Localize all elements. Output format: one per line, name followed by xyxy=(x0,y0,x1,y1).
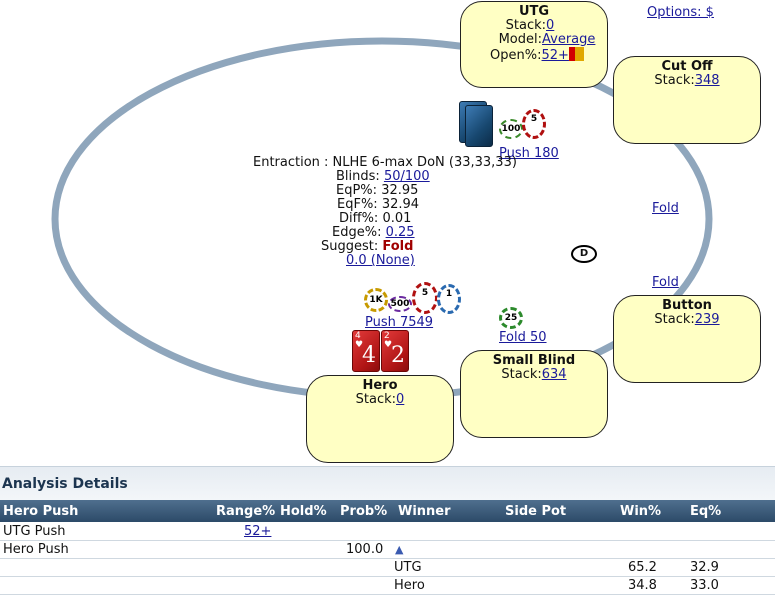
collapse-arrow-icon[interactable]: ▲ xyxy=(395,543,403,556)
range-link[interactable]: 52+ xyxy=(244,524,271,539)
chip-icon: 5 xyxy=(412,282,438,314)
options-link[interactable]: Options: $ xyxy=(647,5,714,20)
row-eq: 33.0 xyxy=(690,578,719,593)
edge-link[interactable]: 0.25 xyxy=(386,225,415,240)
ev-link[interactable]: 0.0 (None) xyxy=(346,253,415,268)
analysis-column-header: Hero Push Range% Hold% Prob% Winner Side… xyxy=(0,500,775,522)
row-prob: 100.0 xyxy=(346,542,384,557)
col-hero-push: Hero Push xyxy=(3,504,79,519)
table-row: Hero Push 100.0 ▲ xyxy=(0,541,775,559)
col-range: Range% xyxy=(216,504,276,519)
hero-card-4h: 4 ♥ 4 xyxy=(352,330,380,372)
button-action-link[interactable]: Fold xyxy=(652,275,679,290)
card-rank-large: 4 xyxy=(362,343,376,368)
col-winner: Winner xyxy=(398,504,451,519)
cutoff-stack-link[interactable]: 348 xyxy=(695,73,720,88)
hero-action-link[interactable]: Push 7549 xyxy=(365,315,433,330)
chip-icon: 500 xyxy=(388,296,412,312)
eqp-value: 32.95 xyxy=(381,183,419,198)
info-title: Entraction : NLHE 6-max DoN (33,33,33) xyxy=(253,155,517,170)
stack-label: Stack: xyxy=(654,73,695,88)
col-win: Win% xyxy=(620,504,662,519)
chip-value: 500 xyxy=(390,299,410,309)
col-eq: Eq% xyxy=(690,504,722,519)
model-label: Model: xyxy=(498,32,543,47)
chip-icon: 1 xyxy=(437,284,461,314)
row-winner: UTG xyxy=(394,560,422,575)
suggest-value: Fold xyxy=(382,239,414,254)
seat-name: Button xyxy=(662,298,712,313)
seat-button: Button Stack:239 xyxy=(613,295,761,383)
col-prob: Prob% xyxy=(340,504,388,519)
row-win: 65.2 xyxy=(628,560,657,575)
eqf-value: 32.94 xyxy=(381,197,420,212)
blinds-label: Blinds: xyxy=(336,169,380,184)
dealer-button-icon: D xyxy=(571,245,597,263)
chip-value: 5 xyxy=(530,114,538,125)
seat-name: Small Blind xyxy=(492,353,576,368)
row-winner: Hero xyxy=(394,578,425,593)
analysis-header: Analysis Details xyxy=(0,466,775,500)
eqp-label: EqP%: xyxy=(336,183,378,198)
diff-value: 0.01 xyxy=(382,211,412,226)
range-color-icon xyxy=(568,47,584,61)
analysis-title: Analysis Details xyxy=(2,476,128,492)
seat-utg: UTG Stack:0 Model:Average Open%:52+ xyxy=(460,1,608,88)
eqf-label: EqF%: xyxy=(337,197,378,212)
table-row: UTG Push 52+ xyxy=(0,523,775,541)
chip-icon: 100 xyxy=(499,119,523,139)
seat-small-blind: Small Blind Stack:634 xyxy=(460,350,608,438)
chip-value: 100 xyxy=(501,124,521,134)
chip-value: 25 xyxy=(504,313,518,323)
open-label: Open%: xyxy=(490,48,542,63)
row-name: UTG Push xyxy=(3,524,66,539)
chip-value: 1K xyxy=(369,295,383,305)
card-rank-large: 2 xyxy=(391,343,405,368)
card-back-icon xyxy=(465,105,493,147)
seat-name: UTG xyxy=(518,4,550,19)
row-name: Hero Push xyxy=(3,542,69,557)
small-blind-action-link[interactable]: Fold 50 xyxy=(499,330,547,345)
diff-label: Diff%: xyxy=(339,211,379,226)
chip-icon: 1K xyxy=(364,288,388,312)
button-stack-link[interactable]: 239 xyxy=(695,312,720,327)
utg-open-link[interactable]: 52+ xyxy=(542,48,569,63)
blinds-link[interactable]: 50/100 xyxy=(384,169,430,184)
col-hold: Hold% xyxy=(280,504,327,519)
table-row: Hero 34.8 33.0 xyxy=(0,577,775,595)
stack-label: Stack: xyxy=(355,392,397,407)
seat-cutoff: Cut Off Stack:348 xyxy=(613,56,761,144)
table-row: UTG 65.2 32.9 xyxy=(0,559,775,577)
stack-label: Stack: xyxy=(501,367,542,382)
edge-label: Edge%: xyxy=(332,225,382,240)
col-side-pot: Side Pot xyxy=(505,504,567,519)
stack-label: Stack: xyxy=(505,18,547,33)
seat-name: Cut Off xyxy=(661,59,713,74)
stack-label: Stack: xyxy=(654,312,695,327)
chip-value: 1 xyxy=(445,289,453,300)
hero-card-2h: 2 ♥ 2 xyxy=(381,330,409,372)
chip-icon: 5 xyxy=(522,109,546,139)
hero-stack-link[interactable]: 0 xyxy=(396,392,404,407)
utg-stack-link[interactable]: 0 xyxy=(546,18,554,33)
suggest-label: Suggest: xyxy=(321,239,379,254)
small-blind-stack-link[interactable]: 634 xyxy=(542,367,567,382)
row-eq: 32.9 xyxy=(690,560,719,575)
chip-value: 5 xyxy=(421,287,429,298)
cutoff-action-link[interactable]: Fold xyxy=(652,201,679,216)
chip-icon: 25 xyxy=(499,307,523,329)
seat-hero: Hero Stack:0 xyxy=(306,375,454,463)
seat-name: Hero xyxy=(362,378,398,393)
utg-model-link[interactable]: Average xyxy=(542,32,595,47)
row-win: 34.8 xyxy=(628,578,657,593)
